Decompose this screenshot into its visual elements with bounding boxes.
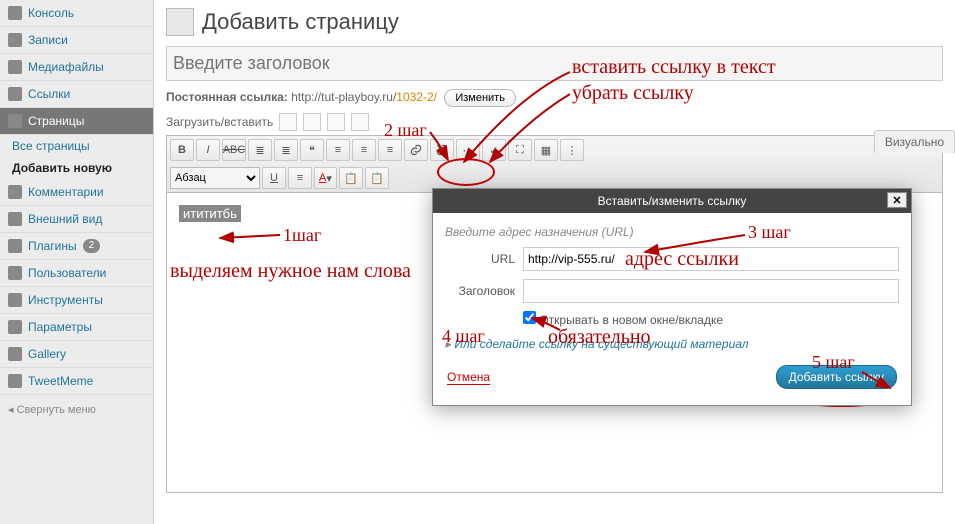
- toolbar-align-right-button[interactable]: ≡: [378, 139, 402, 161]
- dash-icon: [8, 6, 22, 20]
- admin-sidebar: Консоль Записи Медиафайлы Ссылки Страниц…: [0, 0, 154, 524]
- add-link-button[interactable]: Добавить ссылку: [776, 365, 897, 389]
- tweet-icon: [8, 374, 22, 388]
- upload-media-button[interactable]: [351, 113, 369, 131]
- toolbar-fullscreen-button[interactable]: ⛶: [508, 139, 532, 161]
- gallery-icon: [8, 347, 22, 361]
- toolbar-color-button[interactable]: A▾: [314, 167, 337, 189]
- toolbar-strike-button[interactable]: ABC: [222, 139, 246, 161]
- link-title-input[interactable]: [523, 279, 899, 303]
- page-title-icon: [166, 8, 194, 36]
- toolbar-unlink-button[interactable]: [430, 139, 454, 161]
- newtab-checkbox[interactable]: [523, 311, 536, 324]
- post-title-input[interactable]: [166, 46, 943, 81]
- toolbar-link-button[interactable]: [404, 139, 428, 161]
- edit-slug-button[interactable]: Изменить: [444, 89, 516, 107]
- toolbar-paste-word-button[interactable]: 📋: [365, 167, 389, 189]
- toolbar-paste-text-button[interactable]: 📋: [339, 167, 363, 189]
- sidebar-item-links[interactable]: Ссылки: [0, 81, 153, 108]
- link-title-label: Заголовок: [445, 284, 515, 298]
- circle-link-buttons: [437, 158, 495, 186]
- sidebar-item-tweetmeme[interactable]: TweetMeme: [0, 368, 153, 395]
- page-title: Добавить страницу: [202, 9, 399, 35]
- toolbar-extra-button[interactable]: ⋮: [560, 139, 584, 161]
- toolbar-ol-button[interactable]: ≣: [274, 139, 298, 161]
- plugin-icon: [8, 239, 22, 253]
- toolbar-kitchen-button[interactable]: ▦: [534, 139, 558, 161]
- tools-icon: [8, 293, 22, 307]
- toolbar-quote-button[interactable]: ❝: [300, 139, 324, 161]
- upload-image-button[interactable]: [279, 113, 297, 131]
- format-select[interactable]: Абзац: [170, 167, 260, 189]
- dialog-hint: Введите адрес назначения (URL): [445, 225, 899, 239]
- upload-row: Загрузить/вставить: [166, 113, 943, 131]
- pin-icon: [8, 33, 22, 47]
- sidebar-sub-add-page[interactable]: Добавить новую: [0, 157, 153, 179]
- users-icon: [8, 266, 22, 280]
- sidebar-item-console[interactable]: Консоль: [0, 0, 153, 27]
- tab-visual[interactable]: Визуально: [874, 130, 955, 153]
- link-dialog: Вставить/изменить ссылку ✕ Введите адрес…: [432, 188, 912, 406]
- settings-icon: [8, 320, 22, 334]
- toolbar-justify-button[interactable]: ≡: [288, 167, 312, 189]
- url-label: URL: [445, 252, 515, 266]
- sidebar-item-settings[interactable]: Параметры: [0, 314, 153, 341]
- upload-video-button[interactable]: [303, 113, 321, 131]
- existing-content-toggle[interactable]: Или сделайте ссылку на существующий мате…: [445, 337, 899, 351]
- upload-audio-button[interactable]: [327, 113, 345, 131]
- page-icon: [8, 114, 22, 128]
- permalink-row: Постоянная ссылка: http://tut-playboy.ru…: [166, 89, 943, 107]
- sidebar-item-appearance[interactable]: Внешний вид: [0, 206, 153, 233]
- newtab-label: Открывать в новом окне/вкладке: [539, 313, 723, 327]
- sidebar-item-pages[interactable]: Страницы: [0, 108, 153, 135]
- toolbar-align-left-button[interactable]: ≡: [326, 139, 350, 161]
- collapse-icon: ◂: [8, 404, 14, 416]
- appearance-icon: [8, 212, 22, 226]
- page-header: Добавить страницу: [166, 8, 943, 36]
- sidebar-item-comments[interactable]: Комментарии: [0, 179, 153, 206]
- cancel-button[interactable]: Отмена: [447, 370, 490, 385]
- toolbar-bold-button[interactable]: B: [170, 139, 194, 161]
- toolbar-ul-button[interactable]: ≣: [248, 139, 272, 161]
- selected-text: итититбь: [179, 205, 241, 222]
- comment-icon: [8, 185, 22, 199]
- sidebar-sub-all-pages[interactable]: Все страницы: [0, 135, 153, 157]
- dialog-close-button[interactable]: ✕: [887, 192, 907, 208]
- sidebar-item-plugins[interactable]: Плагины2: [0, 233, 153, 260]
- sidebar-item-media[interactable]: Медиафайлы: [0, 54, 153, 81]
- toolbar-underline-button[interactable]: U: [262, 167, 286, 189]
- permalink-slug[interactable]: 1032-2/: [396, 90, 437, 104]
- toolbar-align-center-button[interactable]: ≡: [352, 139, 376, 161]
- url-input[interactable]: [523, 247, 899, 271]
- sidebar-item-users[interactable]: Пользователи: [0, 260, 153, 287]
- plugins-badge: 2: [83, 239, 101, 253]
- media-icon: [8, 60, 22, 74]
- sidebar-collapse[interactable]: ◂ Свернуть меню: [0, 395, 153, 424]
- dialog-title: Вставить/изменить ссылку ✕: [433, 189, 911, 213]
- toolbar-italic-button[interactable]: I: [196, 139, 220, 161]
- sidebar-item-gallery[interactable]: Gallery: [0, 341, 153, 368]
- editor-toolbar: B I ABC ≣ ≣ ❝ ≡ ≡ ≡ ⋯ ✓ ⛶ ▦ ⋮ Абзац U ≡: [166, 135, 943, 193]
- sidebar-item-posts[interactable]: Записи: [0, 27, 153, 54]
- editor-tabs: Визуально: [874, 130, 955, 153]
- sidebar-item-tools[interactable]: Инструменты: [0, 287, 153, 314]
- link-icon: [8, 87, 22, 101]
- toolbar-spell-button[interactable]: ✓: [482, 139, 506, 161]
